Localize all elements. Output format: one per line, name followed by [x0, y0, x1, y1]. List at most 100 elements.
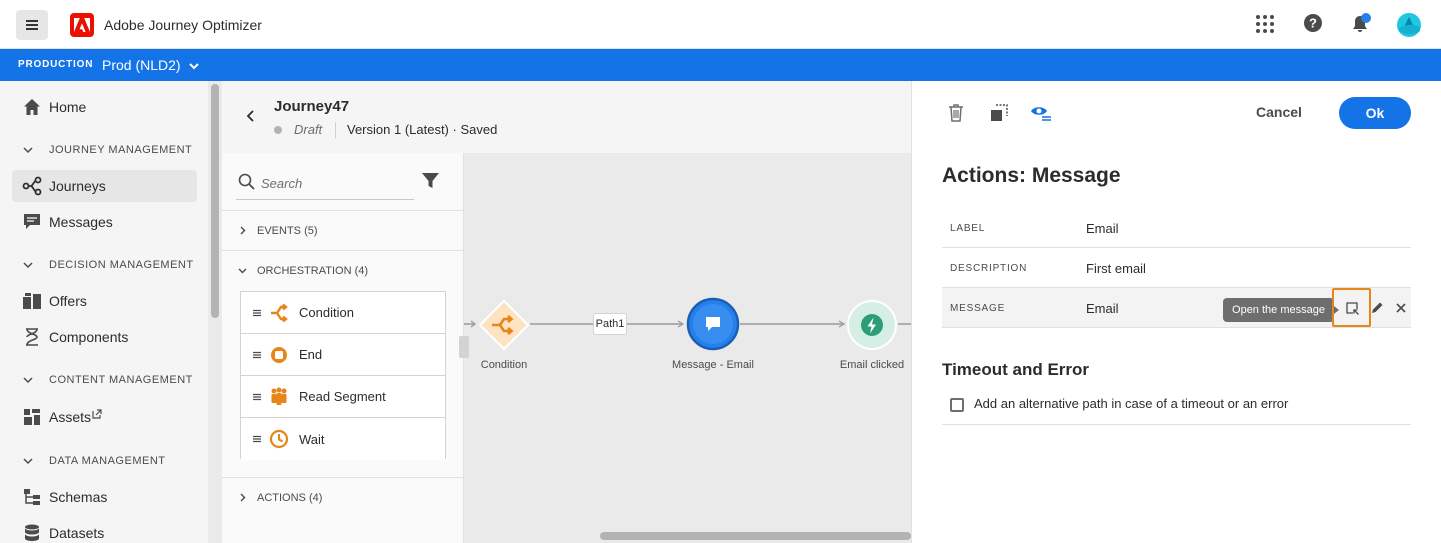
field-key: MESSAGE [950, 303, 1006, 314]
app-title: Adobe Journey Optimizer [104, 17, 262, 33]
open-message-button[interactable] [1332, 288, 1371, 327]
node-label-condition: Condition [480, 359, 528, 371]
top-bar: Adobe Journey Optimizer ? [0, 0, 1441, 49]
home-icon [22, 97, 42, 117]
user-avatar[interactable] [1396, 12, 1422, 38]
chevron-down-icon [23, 262, 33, 269]
filter-icon[interactable] [422, 173, 439, 194]
chevron-down-icon[interactable] [188, 59, 200, 77]
node-label-message-email: Message - Email [672, 359, 754, 371]
activity-palette: Search EVENTS (5) ORCHESTRATION (4) Cond… [222, 153, 464, 543]
menu-icon [26, 24, 38, 26]
timeout-checkbox-label[interactable]: Add an alternative path in case of a tim… [974, 396, 1288, 411]
nav-item-components[interactable]: Components [12, 321, 197, 353]
nav-section-data-management[interactable]: DATA MANAGEMENT [22, 451, 166, 471]
drag-handle-icon [253, 309, 261, 316]
palette-category-actions[interactable]: ACTIONS (4) [222, 477, 463, 517]
activity-condition[interactable]: Condition [241, 292, 445, 334]
field-label[interactable]: LABEL Email [942, 208, 1411, 248]
clock-icon [269, 429, 289, 449]
field-key: LABEL [950, 223, 986, 234]
left-navigation: Home JOURNEY MANAGEMENT Journeys Message… [0, 81, 208, 543]
components-icon [22, 327, 42, 347]
duplicate-icon[interactable] [989, 103, 1011, 125]
nav-section-decision-management[interactable]: DECISION MANAGEMENT [22, 255, 194, 275]
assets-icon [22, 407, 42, 427]
nav-item-journeys[interactable]: Journeys [12, 170, 197, 202]
delete-icon[interactable] [946, 103, 968, 125]
svg-text:?: ? [1309, 16, 1317, 31]
offers-icon [22, 291, 42, 311]
nav-section-content-management[interactable]: CONTENT MANAGEMENT [22, 370, 193, 390]
orchestration-activity-list: Condition End Read Segment Wait [240, 291, 446, 460]
canvas-horizontal-scrollbar[interactable] [600, 532, 911, 540]
field-value[interactable]: First email [1086, 261, 1146, 276]
help-icon[interactable]: ? [1303, 13, 1325, 35]
condition-node-icon[interactable] [477, 298, 531, 352]
schema-icon [22, 487, 42, 507]
cancel-button[interactable]: Cancel [1256, 104, 1302, 120]
field-value[interactable]: Email [1086, 221, 1119, 236]
journey-canvas[interactable] [464, 153, 911, 543]
message-icon [22, 212, 42, 232]
drag-handle-icon [253, 393, 261, 400]
drag-handle-icon [253, 435, 261, 443]
nav-scrollbar[interactable] [211, 84, 219, 318]
chevron-right-icon [240, 226, 246, 235]
panel-title: Actions: Message [942, 164, 1121, 187]
environment-bar: PRODUCTION Prod (NLD2) [0, 49, 1441, 81]
adobe-logo-icon [70, 13, 94, 37]
drag-handle-icon [253, 351, 261, 358]
activity-end[interactable]: End [241, 334, 445, 376]
field-description[interactable]: DESCRIPTION First email [942, 248, 1411, 288]
activity-wait[interactable]: Wait [241, 418, 445, 460]
nav-item-schemas[interactable]: Schemas [12, 481, 197, 513]
nav-item-assets[interactable]: Assets [12, 401, 197, 433]
ok-button[interactable]: Ok [1339, 97, 1411, 129]
environment-label: PRODUCTION [18, 59, 94, 70]
condition-icon [271, 303, 288, 322]
app-switcher-icon[interactable] [1254, 13, 1276, 35]
nav-item-messages[interactable]: Messages [12, 206, 197, 238]
journey-status: Draft [294, 122, 323, 137]
field-key: DESCRIPTION [950, 263, 1028, 274]
segment-icon [271, 387, 287, 405]
event-node-icon[interactable] [846, 299, 898, 351]
nav-item-home[interactable]: Home [12, 91, 197, 123]
notifications-bell-icon[interactable] [1350, 13, 1372, 35]
hamburger-menu-button[interactable] [16, 10, 48, 40]
journey-title: Journey47 [274, 98, 350, 115]
sandbox-selector[interactable]: Prod (NLD2) [102, 57, 181, 73]
message-node-icon[interactable] [685, 296, 741, 352]
chevron-down-icon [23, 147, 33, 154]
close-icon[interactable] [1394, 301, 1408, 320]
app-window: Adobe Journey Optimizer ? PRODUCTION Pro… [0, 0, 1441, 543]
palette-search-field[interactable]: Search [236, 167, 414, 200]
edit-icon[interactable] [1370, 301, 1384, 320]
divider [335, 122, 336, 138]
journey-icon [22, 176, 42, 196]
chevron-down-icon [23, 377, 33, 384]
nav-item-offers[interactable]: Offers [12, 285, 197, 317]
chevron-left-icon [246, 110, 254, 122]
timeout-section-title: Timeout and Error [942, 360, 1090, 379]
open-in-icon [1345, 301, 1359, 315]
chevron-down-icon [23, 458, 33, 465]
activity-properties-panel: Cancel Ok Actions: Message LABEL Email D… [911, 81, 1441, 543]
timeout-option[interactable]: Add an alternative path in case of a tim… [942, 389, 1411, 425]
back-button[interactable] [246, 109, 256, 128]
palette-category-events[interactable]: EVENTS (5) [222, 210, 463, 250]
journey-version: Version 1 (Latest) · Saved [347, 122, 498, 137]
palette-category-orchestration[interactable]: ORCHESTRATION (4) [222, 250, 463, 290]
palette-collapse-handle[interactable] [459, 336, 469, 358]
preview-icon[interactable] [1030, 103, 1052, 125]
chevron-down-icon [238, 268, 247, 274]
path-label: Path1 [593, 313, 627, 335]
search-placeholder: Search [261, 176, 303, 191]
timeout-checkbox[interactable] [950, 398, 964, 412]
tooltip: Open the message [1223, 298, 1334, 322]
status-dot [274, 126, 282, 134]
nav-item-datasets[interactable]: Datasets [12, 517, 197, 543]
nav-section-journey-management[interactable]: JOURNEY MANAGEMENT [22, 140, 192, 160]
activity-read-segment[interactable]: Read Segment [241, 376, 445, 418]
